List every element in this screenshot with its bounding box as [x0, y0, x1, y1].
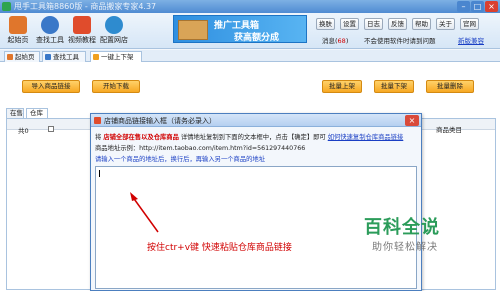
paste-annotation: 按住ctr+v键 快速粘贴仓库商品链接 — [147, 243, 292, 253]
watermark-subtitle: 助你轻松解决 — [372, 242, 438, 253]
watermark-title: 百科全说 — [364, 217, 440, 238]
